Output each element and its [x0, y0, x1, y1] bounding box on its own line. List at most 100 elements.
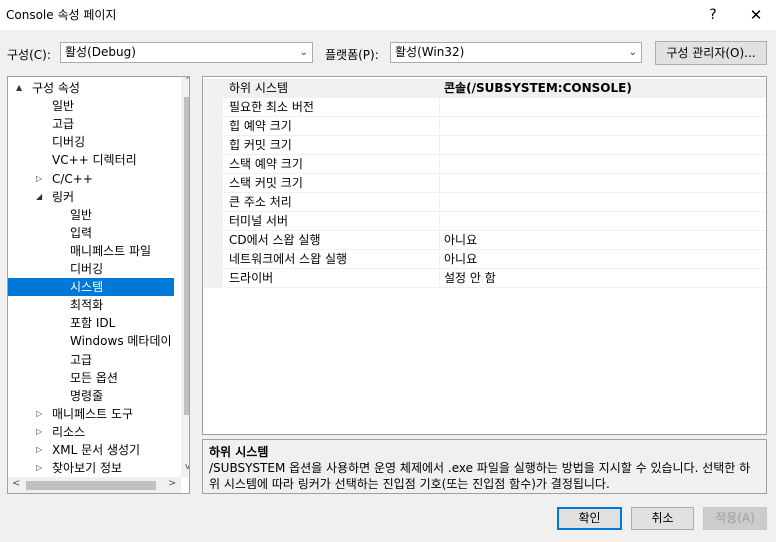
tree-item[interactable]: 고급: [8, 115, 174, 133]
column-divider: [439, 136, 440, 154]
row-gutter: [203, 98, 223, 116]
property-row[interactable]: 힙 예약 크기: [203, 117, 766, 136]
tree-item-label: 구성 속성: [32, 81, 80, 95]
tree-item-label: 입력: [70, 225, 93, 240]
description-panel: 하위 시스템 /SUBSYSTEM 옵션을 사용하면 운영 체제에서 .exe …: [202, 439, 767, 494]
property-row[interactable]: 큰 주소 처리: [203, 193, 766, 212]
scroll-down-icon[interactable]: v: [185, 462, 189, 472]
property-value[interactable]: 아니요: [444, 250, 477, 268]
column-divider: [439, 98, 440, 116]
property-tree[interactable]: ▲ 구성 속성 일반 고급 디버깅 VC++ 디렉터리 ▷ C/C++ ◢ 링커 일반 입력 매니페스트…: [7, 76, 190, 494]
tree-item[interactable]: 고급: [8, 351, 174, 369]
tree-item[interactable]: 디버깅: [8, 260, 174, 278]
expand-icon[interactable]: ▷: [36, 170, 42, 188]
property-row[interactable]: 힙 커밋 크기: [203, 136, 766, 155]
tree-item-label: 매니페스트 파일: [70, 243, 152, 258]
column-divider: [439, 117, 440, 135]
tree-item-label: 매니페스트 도구: [52, 406, 134, 421]
tree-item[interactable]: ◢ 링커: [8, 188, 174, 206]
property-row[interactable]: 드라이버 설정 안 함: [203, 269, 766, 288]
tree-item[interactable]: ▷ C/C++: [8, 170, 174, 188]
row-gutter: [203, 193, 223, 211]
property-row[interactable]: 하위 시스템 콘솔(/SUBSYSTEM:CONSOLE): [203, 79, 766, 98]
tree-item[interactable]: 시스템: [8, 278, 174, 297]
scroll-left-icon[interactable]: <: [12, 478, 20, 489]
tree-item[interactable]: 명령줄: [8, 387, 174, 405]
platform-dropdown[interactable]: 활성(Win32) ⌄: [390, 42, 642, 63]
row-gutter: [203, 174, 223, 192]
config-dropdown[interactable]: 활성(Debug) ⌄: [60, 42, 313, 63]
tree-item[interactable]: ▷ 매니페스트 도구: [8, 405, 174, 423]
help-button[interactable]: ?: [700, 2, 726, 28]
tree-item[interactable]: 디버깅: [8, 133, 174, 151]
property-grid[interactable]: 하위 시스템 콘솔(/SUBSYSTEM:CONSOLE) 필요한 최소 버전힙 예…: [202, 76, 767, 435]
property-name: 힙 커밋 크기: [229, 138, 292, 152]
tree-item[interactable]: ▲ 구성 속성: [8, 79, 174, 97]
tree-item[interactable]: 모든 옵션: [8, 369, 174, 387]
property-value[interactable]: 아니요: [444, 231, 477, 249]
tree-item[interactable]: ▷ XML 문서 생성기: [8, 441, 174, 459]
tree-item[interactable]: 포함 IDL: [8, 314, 174, 332]
tree-item-label: 일반: [70, 207, 93, 222]
tree-item-label: 명령줄: [70, 388, 104, 403]
column-divider: [439, 269, 440, 287]
description-text: /SUBSYSTEM 옵션을 사용하면 운영 체제에서 .exe 파일을 실행하…: [209, 461, 751, 491]
property-row[interactable]: CD에서 스왑 실행 아니요: [203, 231, 766, 250]
tree-vertical-scroll-thumb[interactable]: [184, 97, 189, 415]
tree-item-label: 일반: [52, 99, 75, 114]
expand-icon[interactable]: ▷: [36, 423, 42, 441]
tree-item[interactable]: 일반: [8, 97, 174, 115]
tree-item-label: 링커: [52, 189, 75, 204]
scroll-right-icon[interactable]: >: [168, 478, 176, 489]
tree-item[interactable]: 입력: [8, 224, 174, 242]
title-bar: Console 속성 페이지 ? ✕: [0, 0, 776, 30]
ok-button[interactable]: 확인: [557, 507, 622, 530]
property-name: 하위 시스템: [229, 81, 289, 95]
tree-item-label: 디버깅: [52, 135, 86, 150]
tree-item[interactable]: 일반: [8, 206, 174, 224]
row-gutter: [203, 155, 223, 173]
config-label: 구성(C):: [7, 48, 51, 62]
tree-item[interactable]: ▷ 리소스: [8, 423, 174, 441]
collapse-icon[interactable]: ▲: [16, 79, 22, 97]
config-manager-button[interactable]: 구성 관리자(O)...: [655, 41, 767, 65]
property-row[interactable]: 스택 커밋 크기: [203, 174, 766, 193]
property-row[interactable]: 필요한 최소 버전: [203, 98, 766, 117]
close-button[interactable]: ✕: [742, 2, 770, 28]
property-name: 큰 주소 처리: [229, 195, 292, 209]
tree-item[interactable]: Windows 메타데이: [8, 332, 174, 350]
apply-button[interactable]: 적용(A): [703, 507, 767, 530]
tree-item[interactable]: 매니페스트 파일: [8, 242, 174, 260]
tree-item-label: VC++ 디렉터리: [52, 153, 137, 168]
cancel-button[interactable]: 취소: [631, 507, 694, 530]
expand-icon[interactable]: ▷: [36, 459, 42, 477]
property-row[interactable]: 스택 예약 크기: [203, 155, 766, 174]
property-value[interactable]: 콘솔(/SUBSYSTEM:CONSOLE): [444, 79, 632, 97]
column-divider: [439, 174, 440, 192]
tree-item-label: XML 문서 생성기: [52, 443, 141, 457]
tree-item[interactable]: 최적화: [8, 296, 174, 314]
expand-icon[interactable]: ▷: [36, 441, 42, 459]
property-value[interactable]: 설정 안 함: [444, 269, 496, 287]
expand-icon[interactable]: ▷: [36, 405, 42, 423]
column-divider: [439, 79, 440, 97]
tree-item-label: Windows 메타데이: [70, 334, 172, 349]
tree-item[interactable]: ▷ 찾아보기 정보: [8, 459, 174, 477]
tree-item[interactable]: VC++ 디렉터리: [8, 151, 174, 169]
row-gutter: [203, 250, 223, 268]
description-title: 하위 시스템: [209, 445, 269, 459]
column-divider: [439, 155, 440, 173]
column-divider: [439, 193, 440, 211]
tree-item-label: 고급: [70, 352, 93, 367]
property-name: 터미널 서버: [229, 214, 289, 228]
property-name: 필요한 최소 버전: [229, 100, 314, 114]
tree-horizontal-scroll-thumb[interactable]: [26, 481, 156, 490]
row-gutter: [203, 79, 223, 97]
platform-label: 플랫폼(P):: [325, 48, 379, 62]
property-row[interactable]: 네트워크에서 스왑 실행 아니요: [203, 250, 766, 269]
row-gutter: [203, 212, 223, 230]
scroll-up-icon[interactable]: ^: [185, 77, 189, 86]
collapse-icon[interactable]: ◢: [36, 188, 42, 206]
platform-value: 활성(Win32): [395, 45, 465, 59]
property-row[interactable]: 터미널 서버: [203, 212, 766, 231]
